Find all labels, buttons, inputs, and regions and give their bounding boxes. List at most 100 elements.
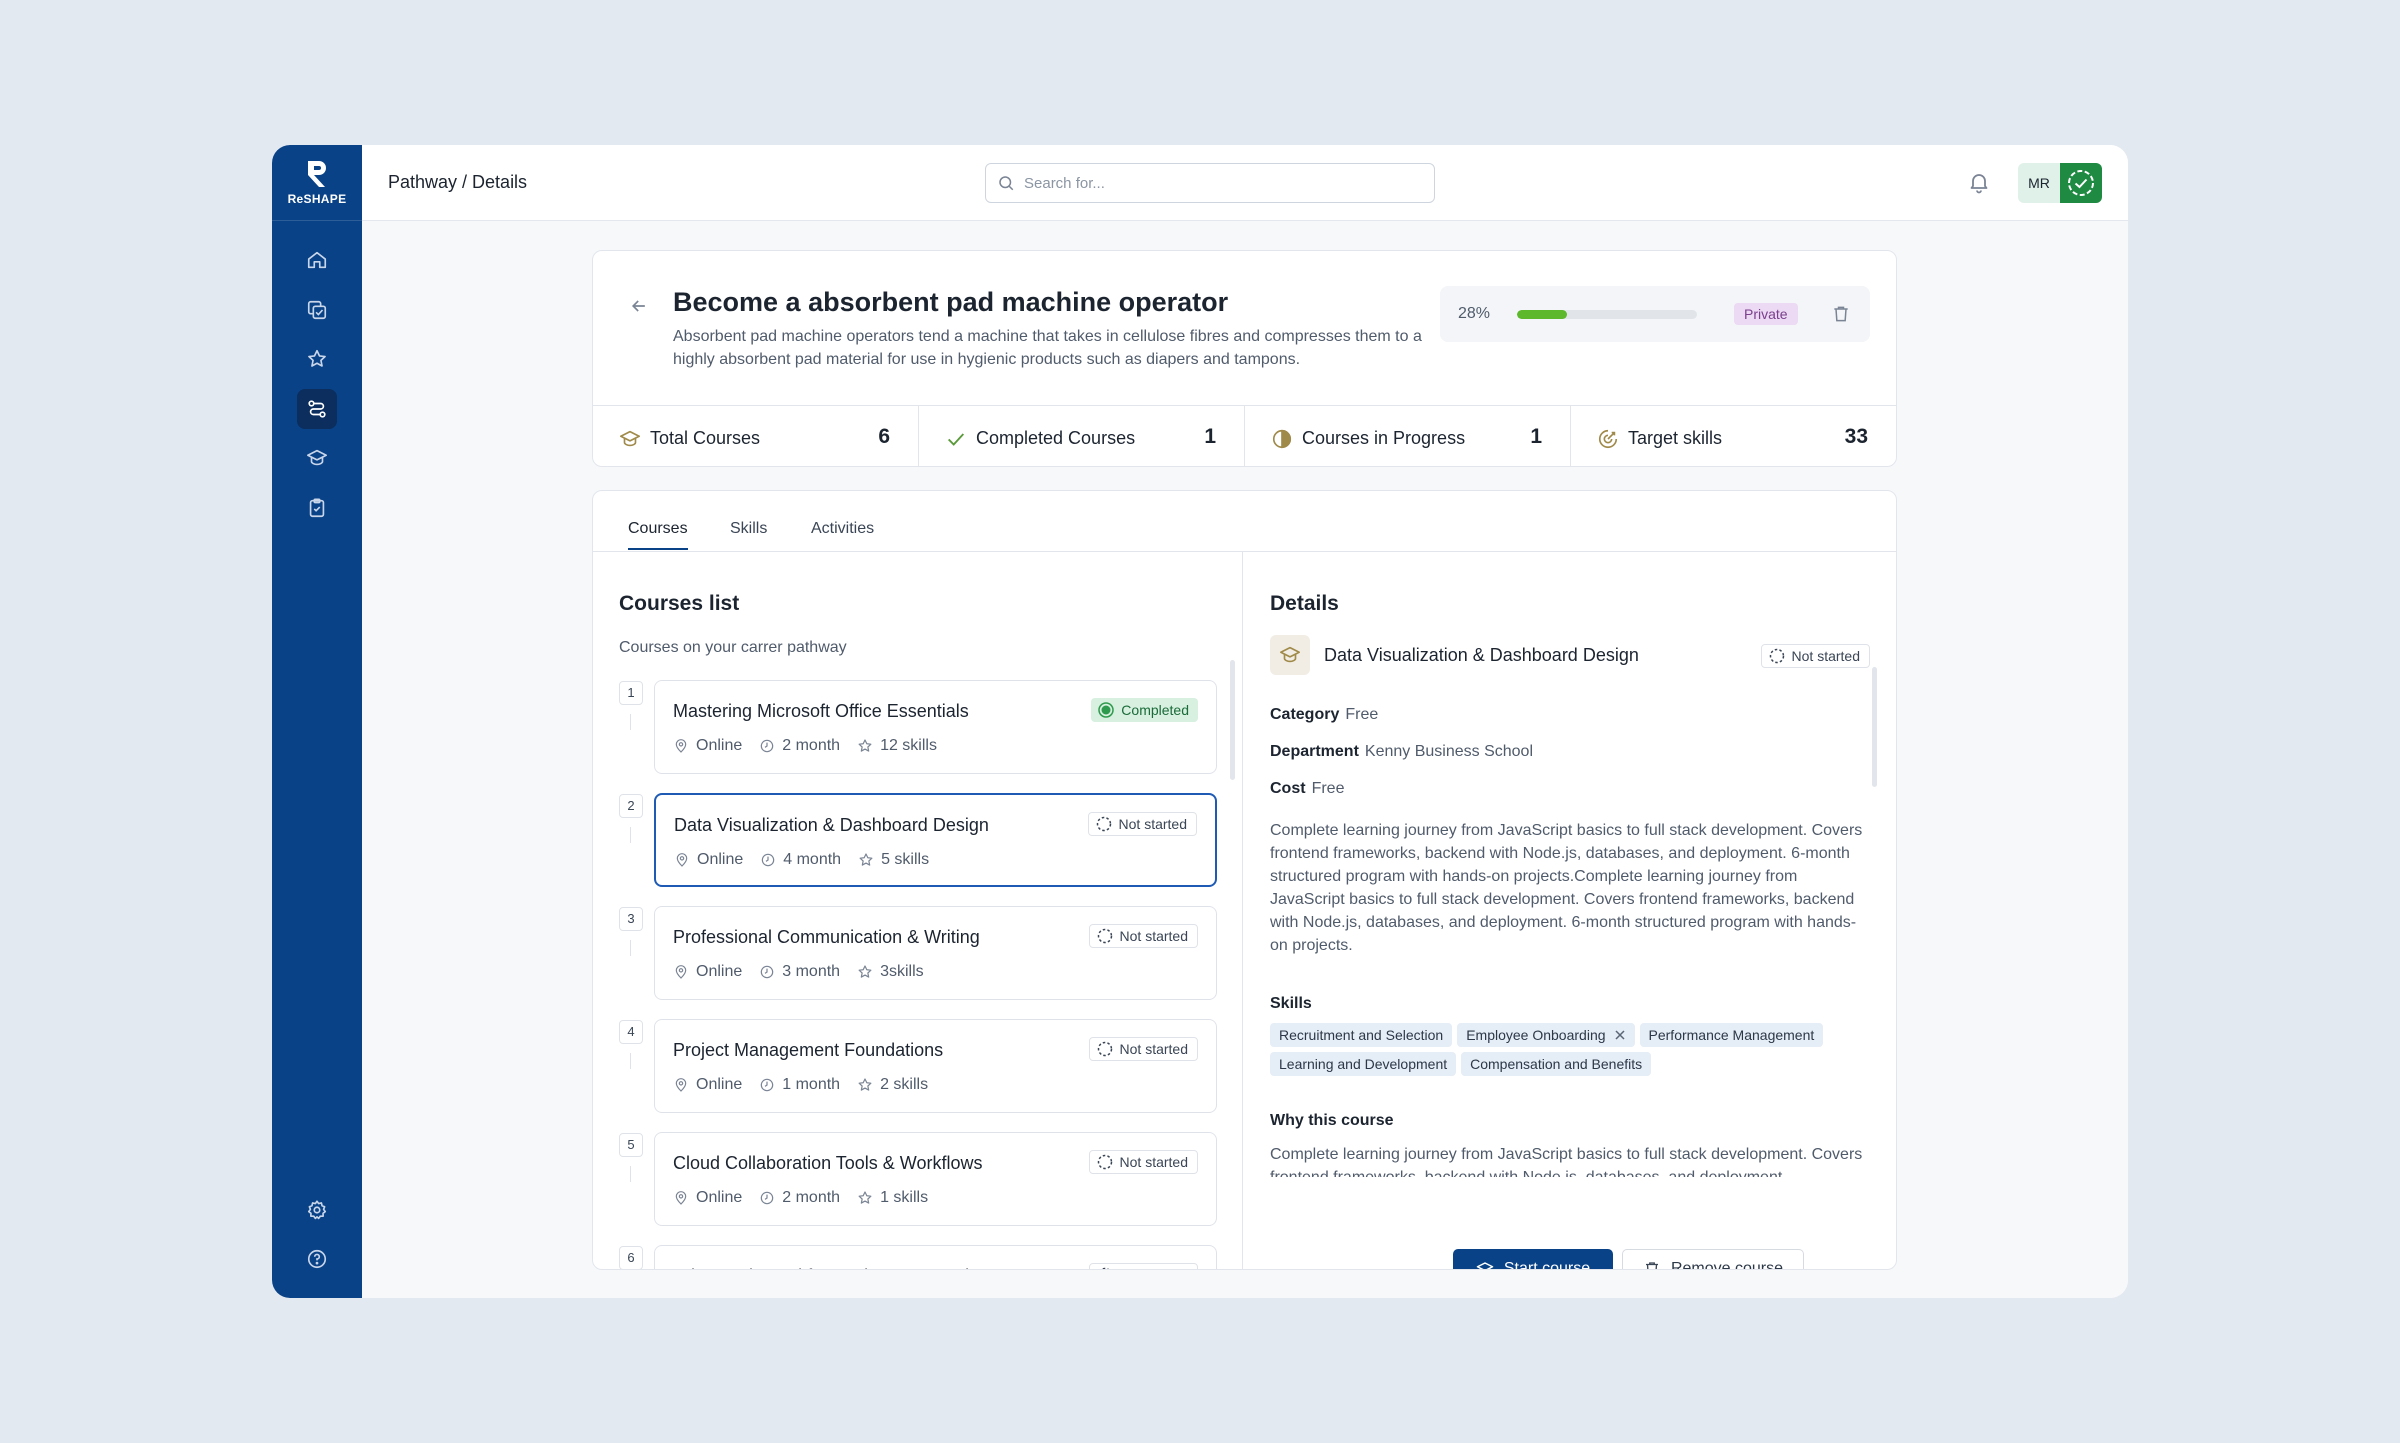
- course-meta: Online 4 month 5 skills: [674, 851, 946, 869]
- search-box[interactable]: [985, 163, 1435, 203]
- status-label: Not started: [1118, 816, 1187, 832]
- breadcrumb[interactable]: Pathway / Details: [388, 172, 527, 193]
- clock-icon: [761, 853, 775, 867]
- course-location: Online: [696, 1189, 743, 1206]
- graduation-cap-icon: [1476, 1262, 1494, 1269]
- scrollbar[interactable]: [1872, 667, 1877, 787]
- course-card[interactable]: Cloud Collaboration Tools & Workflows Not…: [654, 1132, 1217, 1226]
- search-icon: [999, 176, 1014, 191]
- progress-bar: [1517, 310, 1697, 319]
- course-duration: 2 month: [782, 1189, 841, 1206]
- step-connector: [630, 940, 631, 956]
- star-icon: [858, 1191, 872, 1204]
- notifications-button[interactable]: [1967, 170, 1991, 194]
- course-name: Professional Communication & Writing: [673, 927, 980, 947]
- start-course-button[interactable]: Start course: [1453, 1249, 1613, 1269]
- tab-activities[interactable]: Activities: [811, 520, 874, 548]
- course-location: Online: [697, 851, 744, 868]
- courses-list-pane: Courses list Courses on your carrer path…: [593, 552, 1243, 1269]
- completed-icon: [1098, 702, 1115, 718]
- stat-label: Target skills: [1628, 428, 1723, 448]
- graduation-cap-icon: [1280, 646, 1300, 663]
- course-duration: 3 month: [782, 963, 841, 980]
- course-skills: 12 skills: [880, 737, 937, 754]
- cost-label: Cost: [1270, 780, 1306, 797]
- course-status-badge: Completed: [1091, 698, 1198, 722]
- status-label: Not started: [1791, 648, 1860, 664]
- cost-field: Cost Free: [1270, 780, 1344, 798]
- course-name: Data Visualization & Dashboard Design: [674, 815, 989, 835]
- tab-skills[interactable]: Skills: [730, 520, 767, 548]
- brand-logo[interactable]: ReSHAPE: [272, 145, 362, 221]
- stat-target-skills: Target skills 33: [1571, 406, 1896, 467]
- course-meta: Online 2 month 1 skills: [673, 1189, 945, 1207]
- arrow-left-icon: [631, 300, 645, 312]
- back-button[interactable]: [629, 296, 649, 316]
- tab-courses[interactable]: Courses: [628, 520, 688, 550]
- help-icon: [307, 1249, 327, 1269]
- sidebar: ReSHAPE: [272, 145, 362, 1298]
- nav-learning[interactable]: [297, 438, 337, 478]
- details-course-name: Data Visualization & Dashboard Design: [1324, 645, 1639, 665]
- pathway-description: Absorbent pad machine operators tend a m…: [673, 328, 1422, 368]
- nav-pathways[interactable]: [297, 389, 337, 429]
- course-card[interactable]: Professional Communication & Writing Not …: [654, 906, 1217, 1000]
- course-meta: Online 1 month 2 skills: [673, 1076, 945, 1094]
- skill-chip: Compensation and Benefits: [1461, 1052, 1652, 1076]
- progress-percent: 28%: [1458, 305, 1491, 322]
- course-location: Online: [696, 1076, 743, 1093]
- visibility-badge: Private: [1734, 303, 1798, 325]
- course-description: Complete learning journey from JavaScrip…: [1270, 822, 1863, 954]
- course-skills: 5 skills: [881, 851, 930, 868]
- nav-home[interactable]: [297, 240, 337, 280]
- skills-list: Recruitment and Selection Employee Onboar…: [1270, 1023, 1870, 1076]
- course-skills: 3skills: [880, 963, 924, 980]
- nav-courses[interactable]: [297, 290, 337, 330]
- cost-value: Free: [1311, 780, 1345, 797]
- skill-chip: Performance Management: [1639, 1023, 1824, 1047]
- course-step-number: 6: [619, 1246, 643, 1269]
- remove-skill-icon[interactable]: [1614, 1029, 1626, 1041]
- search-input[interactable]: [1024, 172, 1424, 194]
- course-status-badge: Not started: [1088, 1037, 1198, 1061]
- stat-courses-in-progress: Courses in Progress 1: [1245, 406, 1571, 467]
- app-window: ReSHAPE Pathway / Details Search for... …: [272, 145, 2128, 1298]
- logo-icon: [308, 161, 326, 187]
- category-value: Free: [1345, 706, 1379, 723]
- remove-course-button[interactable]: Remove course: [1622, 1249, 1804, 1269]
- courses-list-title: Courses list: [619, 592, 740, 615]
- stat-value: 6: [878, 425, 890, 448]
- course-card[interactable]: Advanced Excel for Business Reporting Not…: [654, 1245, 1217, 1269]
- nav-assessments[interactable]: [297, 488, 337, 528]
- course-status-badge: Not started: [1087, 812, 1197, 836]
- location-pin-icon: [675, 1191, 687, 1205]
- course-card[interactable]: Project Management Foundations Not starte…: [654, 1019, 1217, 1113]
- status-label: Not started: [1119, 1041, 1188, 1057]
- course-card[interactable]: Data Visualization & Dashboard Design Not…: [654, 793, 1217, 887]
- stat-completed-courses: Completed Courses 1: [919, 406, 1245, 467]
- user-avatar[interactable]: MR: [2018, 163, 2102, 203]
- course-card[interactable]: Mastering Microsoft Office Essentials Com…: [654, 680, 1217, 774]
- skill-chip[interactable]: Employee Onboarding: [1457, 1023, 1635, 1047]
- status-label: Not started: [1119, 928, 1188, 944]
- nav-settings[interactable]: [297, 1190, 337, 1230]
- nav-favorites[interactable]: [297, 339, 337, 379]
- department-value: Kenny Business School: [1364, 743, 1534, 760]
- not-started-icon: [1100, 1267, 1109, 1269]
- department-label: Department: [1270, 743, 1359, 760]
- content-card: Courses Skills Activities Courses list C…: [592, 490, 1897, 1270]
- scrollbar[interactable]: [1230, 660, 1235, 780]
- bell-icon: [1970, 174, 1988, 194]
- start-course-label: Start course: [1503, 1260, 1591, 1269]
- skills-heading: Skills: [1270, 995, 1312, 1012]
- course-status-badge: Not started: [1088, 1263, 1198, 1269]
- location-pin-icon: [675, 965, 687, 979]
- nav-help[interactable]: [297, 1239, 337, 1279]
- skill-chip: Recruitment and Selection: [1270, 1023, 1453, 1047]
- delete-pathway-button[interactable]: [1831, 304, 1851, 324]
- not-started-icon: [1769, 648, 1784, 664]
- course-step-number: 3: [619, 907, 643, 931]
- logo-text: ReSHAPE: [287, 192, 347, 206]
- why-text: Complete learning journey from JavaScrip…: [1270, 1146, 1863, 1177]
- clock-icon: [760, 1078, 774, 1092]
